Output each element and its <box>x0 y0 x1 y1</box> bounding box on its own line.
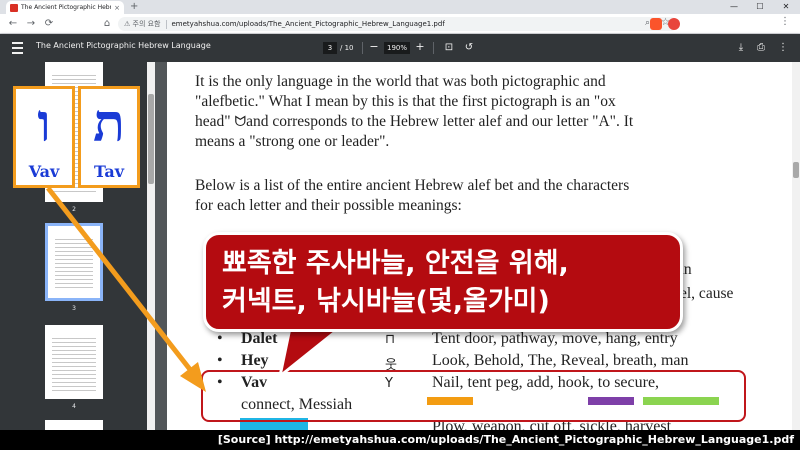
screenshot-root: The Ancient Pictographic Hebrew La × + —… <box>0 0 800 450</box>
callout-line-2: 커넥트, 낚시바늘(덫,올가미) <box>222 286 550 317</box>
source-caption-bar: [Source] http://emetyahshua.com/uploads/… <box>0 430 800 450</box>
source-caption: [Source] http://emetyahshua.com/uploads/… <box>217 433 794 446</box>
korean-callout-bubble: 뾰족한 주사바늘, 안전을 위해, 커넥트, 낚시바늘(덫,올가미) <box>203 232 683 332</box>
callout-tail <box>277 326 345 380</box>
callout-tail-shape <box>277 326 345 380</box>
callout-line-1: 뾰족한 주사바늘, 안전을 위해, <box>222 248 569 279</box>
